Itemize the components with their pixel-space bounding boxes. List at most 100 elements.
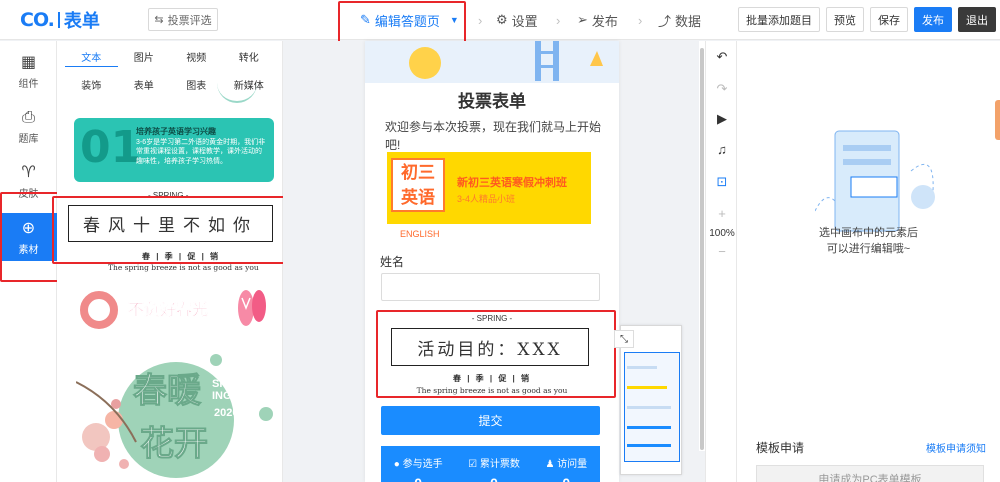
- category-tab[interactable]: 转化: [223, 49, 276, 67]
- checkbox-icon: ☑: [468, 459, 478, 470]
- send-icon: ➢: [577, 12, 588, 27]
- left-rail: ▦ 组件 ⎙ 题库 ♈ 皮肤 ⊕ 素材: [0, 41, 57, 482]
- swap-icon: ⇆: [154, 14, 164, 26]
- decorative-arc: [217, 83, 257, 103]
- logo[interactable]: CO. 表单: [20, 8, 100, 32]
- stats-bar: ● 参与选手 0 ☑ 累计票数 0 ♟ 访问量 0: [381, 446, 600, 482]
- poem-english: The spring breeze is not as good as you: [108, 263, 259, 272]
- selection-hint: 选中画布中的元素后 可以进行编辑哦~: [737, 226, 1000, 258]
- rail-item-question-bank[interactable]: ⎙ 题库: [0, 103, 57, 151]
- banner-subtitle: 3-4人精品小班: [457, 194, 516, 204]
- stat-value: 0: [414, 475, 422, 482]
- hint-line: 选中画布中的元素后: [819, 227, 918, 239]
- template-apply-label: 模板申请: [756, 441, 805, 455]
- stat-label: 参与选手: [402, 459, 443, 470]
- nav-tab-data[interactable]: ⤴ 数据: [658, 0, 701, 40]
- art-title-bottom: 花开: [140, 424, 209, 465]
- course-banner[interactable]: 初三 英语 新初三英语寒假冲刺班 3-4人精品小班: [387, 152, 591, 224]
- poem-subtitle: 春 | 季 | 促 | 销: [142, 252, 221, 261]
- minimap-line: [627, 426, 671, 429]
- rail-item-label: 组件: [18, 79, 39, 90]
- minimap-line: [627, 366, 657, 369]
- rail-item-skin[interactable]: ♈ 皮肤: [0, 157, 57, 205]
- rail-item-material[interactable]: ⊕ 素材: [0, 213, 57, 261]
- people-icon: ♟: [545, 459, 555, 470]
- logo-divider: [57, 12, 60, 28]
- printer-icon: ⎙: [22, 109, 35, 126]
- collapse-minimap-icon[interactable]: ⤡: [614, 330, 634, 348]
- music-icon[interactable]: ♫: [706, 142, 738, 157]
- template-notice-link[interactable]: 模板申请须知: [926, 440, 986, 455]
- activity-purpose-box[interactable]: 活动目的：XXX: [391, 328, 589, 366]
- nav-tab-settings-label: 设置: [511, 13, 538, 29]
- category-tab[interactable]: 图片: [118, 49, 171, 67]
- play-icon[interactable]: ▶: [706, 111, 738, 127]
- stat-value: 0: [490, 475, 498, 482]
- rail-item-components[interactable]: ▦ 组件: [0, 47, 57, 95]
- side-tab-handle[interactable]: [995, 100, 1000, 140]
- gear-icon: ⚙: [496, 12, 508, 27]
- spring-label: - SPRING -: [148, 191, 189, 200]
- teal-card-body: 3-6岁是学习第二外语的黄金时期，我们非常重视课程设置，课程教学，课外活动的趣味…: [136, 139, 266, 165]
- preview-button[interactable]: 预览: [826, 7, 864, 32]
- hero-illustration: [365, 41, 619, 83]
- life-ring-icon: [80, 291, 118, 329]
- submit-button[interactable]: 提交: [381, 406, 600, 435]
- category-tab[interactable]: 视频: [170, 49, 223, 67]
- stat-visits: ♟ 访问量 0: [545, 455, 587, 482]
- nav-tab-settings[interactable]: ⚙ 设置: [496, 0, 538, 40]
- stat-value: 0: [562, 475, 570, 482]
- nav-tab-edit[interactable]: ✎ 编辑答题页 ▼: [360, 0, 459, 40]
- form-title[interactable]: 投票表单: [365, 87, 619, 112]
- redo-icon[interactable]: ↷: [706, 81, 738, 97]
- user-icon: ●: [393, 459, 400, 470]
- banner-title: 新初三英语寒假冲刺班: [457, 177, 567, 189]
- banner-tag: 初三 英语: [391, 158, 445, 212]
- action-buttons: 批量添加题目 预览 保存 发布 退出: [738, 7, 996, 32]
- material-pink-text[interactable]: 不负好春光: [128, 296, 209, 320]
- shirt-icon: ♈: [21, 164, 36, 181]
- material-poem-box[interactable]: 春风十里不如你: [68, 205, 273, 242]
- logo-mark: CO.: [20, 9, 55, 31]
- undo-icon[interactable]: ↶: [706, 49, 738, 65]
- form-description[interactable]: 欢迎参与本次投票，现在我们就马上开始吧!: [385, 118, 607, 154]
- canvas-scrollbar-thumb[interactable]: [700, 48, 704, 450]
- minimap-line: [627, 444, 671, 447]
- zoom-level: 100%: [709, 228, 735, 239]
- category-tab[interactable]: 表单: [118, 77, 171, 92]
- calculator-icon: ▦: [20, 54, 37, 71]
- edit-icon: ✎: [360, 12, 371, 27]
- art-title-top: 春暖: [133, 371, 202, 412]
- banner-english: ENGLISH: [400, 229, 440, 239]
- stat-votes: ☑ 累计票数 0: [468, 455, 520, 482]
- minimap-line: [627, 406, 671, 409]
- banner-tag-line: 英语: [401, 188, 435, 207]
- nav-tab-publish-label: 发布: [591, 13, 618, 29]
- category-tab[interactable]: 装饰: [65, 77, 118, 92]
- apply-template-button[interactable]: 申请成为PC表单模板: [756, 465, 984, 482]
- exit-button[interactable]: 退出: [958, 7, 996, 32]
- publish-button[interactable]: 发布: [914, 7, 952, 32]
- zoom-in-icon[interactable]: +: [706, 206, 738, 221]
- zoom-out-icon[interactable]: −: [706, 244, 738, 259]
- logo-text: 表单: [63, 11, 100, 31]
- nav-tab-publish[interactable]: ➢ 发布: [577, 0, 618, 40]
- poem-subtitle: 春 | 季 | 促 | 销: [452, 374, 532, 383]
- art-year: 2020: [214, 407, 239, 419]
- properties-panel: 选中画布中的元素后 可以进行编辑哦~ 模板申请 模板申请须知 申请成为PC表单模…: [737, 41, 1000, 482]
- flipflop-icon: [238, 290, 266, 326]
- category-tab[interactable]: 图表: [170, 77, 223, 92]
- save-button[interactable]: 保存: [870, 7, 908, 32]
- batch-add-button[interactable]: 批量添加题目: [738, 7, 820, 32]
- tool-rail: ↶ ↷ ▶ ♫ ⊡ + 100% −: [705, 41, 737, 482]
- material-teal-card[interactable]: 01 培养孩子英语学习兴趣 3-6岁是学习第二外语的黄金时期，我们非常重视课程设…: [74, 118, 274, 182]
- caret-down-icon: ▼: [449, 15, 459, 25]
- category-tab[interactable]: 文本: [65, 49, 118, 67]
- chevron-right-icon: ›: [478, 12, 483, 28]
- name-field[interactable]: [381, 273, 600, 301]
- stat-label: 访问量: [557, 459, 588, 470]
- name-field-label: 姓名: [380, 255, 405, 269]
- material-icon: ⊕: [21, 220, 36, 237]
- chart-line-icon[interactable]: ⊡: [706, 174, 738, 190]
- template-type-button[interactable]: ⇆ 投票评选: [148, 8, 218, 31]
